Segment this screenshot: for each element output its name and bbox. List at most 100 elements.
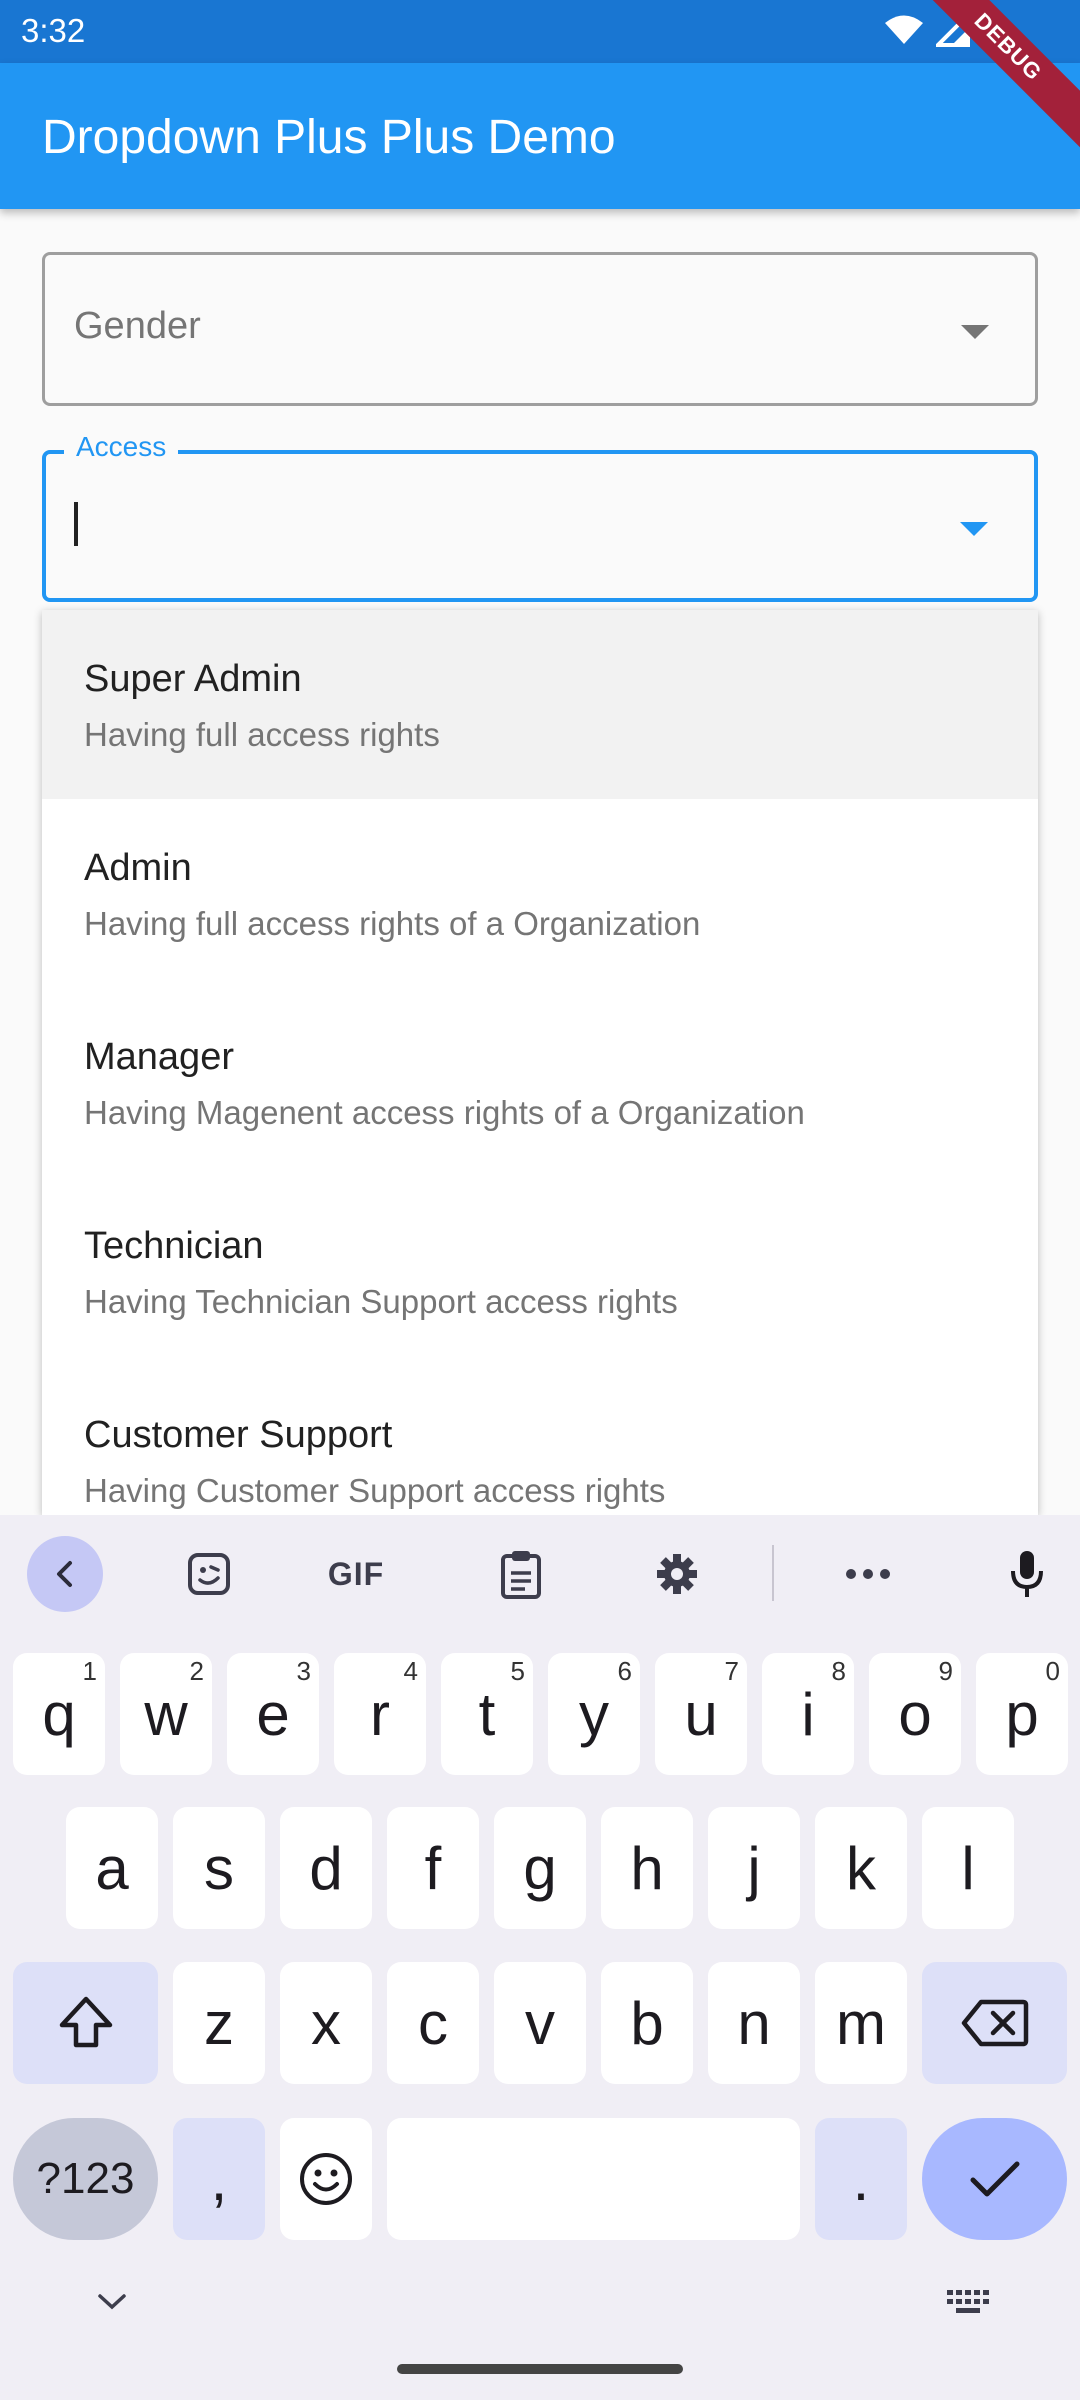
key-hint: 4 <box>403 1656 418 1686</box>
key-v[interactable]: v <box>494 1962 586 2084</box>
menu-item-title: Manager <box>84 1036 234 1078</box>
key-label: u <box>684 1680 718 1748</box>
key-d[interactable]: d <box>280 1807 372 1929</box>
keyboard-switch-button[interactable] <box>945 2288 991 2316</box>
gesture-nav-bar[interactable] <box>397 2364 683 2374</box>
emoji-key[interactable] <box>280 2118 372 2240</box>
keyboard-icon <box>947 2290 989 2313</box>
settings-button[interactable] <box>639 1536 715 1612</box>
key-label: m <box>836 1989 886 2057</box>
menu-item-manager[interactable]: Manager Having Magenent access rights of… <box>42 988 1038 1177</box>
status-bar: 3:32 <box>0 0 1080 63</box>
hide-keyboard-button[interactable] <box>94 2290 130 2314</box>
key-c[interactable]: c <box>387 1962 479 2084</box>
menu-item-super-admin[interactable]: Super Admin Having full access rights <box>42 610 1038 799</box>
space-key[interactable] <box>387 2118 800 2240</box>
key-m[interactable]: m <box>815 1962 907 2084</box>
key-o[interactable]: o9 <box>869 1653 961 1775</box>
collapse-toolbar-button[interactable] <box>27 1536 103 1612</box>
key-label: ?123 <box>36 2154 135 2203</box>
clipboard-icon <box>501 1551 541 1599</box>
key-u[interactable]: u7 <box>655 1653 747 1775</box>
key-y[interactable]: y6 <box>548 1653 640 1775</box>
key-i[interactable]: i8 <box>762 1653 854 1775</box>
key-hint: 6 <box>617 1656 632 1686</box>
menu-item-technician[interactable]: Technician Having Technician Support acc… <box>42 1177 1038 1366</box>
key-r[interactable]: r4 <box>334 1653 426 1775</box>
menu-item-subtitle: Having Magenent access rights of a Organ… <box>84 1094 805 1131</box>
key-hint: 3 <box>296 1656 311 1686</box>
key-label: w <box>144 1680 188 1748</box>
key-t[interactable]: t5 <box>441 1653 533 1775</box>
key-p[interactable]: p0 <box>976 1653 1068 1775</box>
key-label: e <box>256 1680 290 1748</box>
key-s[interactable]: s <box>173 1807 265 1929</box>
key-w[interactable]: w2 <box>120 1653 212 1775</box>
key-z[interactable]: z <box>173 1962 265 2084</box>
key-hint: 1 <box>82 1656 97 1686</box>
sticker-icon <box>188 1553 230 1595</box>
clipboard-button[interactable] <box>483 1536 559 1612</box>
key-label: t <box>478 1680 496 1748</box>
checkmark-icon <box>970 2161 1019 2197</box>
smiley-icon <box>300 2153 352 2205</box>
key-hint: 2 <box>189 1656 204 1686</box>
menu-item-subtitle: Having Customer Support access rights <box>84 1472 666 1509</box>
key-label: b <box>630 1989 664 2057</box>
menu-item-customer-support[interactable]: Customer Support Having Customer Support… <box>42 1366 1038 1515</box>
key-label: n <box>737 1989 771 2057</box>
key-j[interactable]: j <box>708 1807 800 1929</box>
period-key[interactable]: . <box>815 2118 907 2240</box>
key-a[interactable]: a <box>66 1807 158 1929</box>
key-label: l <box>961 1834 975 1902</box>
key-label: y <box>579 1680 609 1748</box>
keyboard-toolbar: GIF <box>0 1515 1080 1633</box>
key-label: j <box>747 1834 761 1902</box>
dropdown-arrow-icon <box>960 522 988 536</box>
menu-item-admin[interactable]: Admin Having full access rights of a Org… <box>42 799 1038 988</box>
key-b[interactable]: b <box>601 1962 693 2084</box>
app-bar: Dropdown Plus Plus Demo <box>0 63 1080 209</box>
soft-keyboard: GIF q1 w2 e3 r4 t5 y6 u7 i8 o9 p0 a s d … <box>0 1515 1080 2400</box>
menu-item-title: Technician <box>84 1225 264 1267</box>
shift-icon <box>59 1996 112 2048</box>
key-x[interactable]: x <box>280 1962 372 2084</box>
key-q[interactable]: q1 <box>13 1653 105 1775</box>
microphone-icon <box>1011 1551 1043 1597</box>
menu-item-subtitle: Having Technician Support access rights <box>84 1283 678 1320</box>
backspace-key[interactable] <box>922 1962 1067 2084</box>
menu-item-subtitle: Having full access rights of a Organizat… <box>84 905 701 942</box>
key-l[interactable]: l <box>922 1807 1014 1929</box>
key-hint: 9 <box>938 1656 953 1686</box>
key-k[interactable]: k <box>815 1807 907 1929</box>
key-hint: 5 <box>510 1656 525 1686</box>
key-label: g <box>523 1834 557 1902</box>
backspace-icon <box>961 1999 1028 2047</box>
access-dropdown[interactable]: Access <box>42 431 1038 602</box>
access-options-menu: Super Admin Having full access rights Ad… <box>42 610 1038 1515</box>
key-hint: 7 <box>724 1656 739 1686</box>
gender-dropdown[interactable]: Gender <box>42 252 1038 406</box>
key-label: o <box>898 1680 932 1748</box>
gif-button[interactable]: GIF <box>318 1536 394 1612</box>
shift-key[interactable] <box>13 1962 158 2084</box>
key-e[interactable]: e3 <box>227 1653 319 1775</box>
voice-input-button[interactable] <box>989 1536 1065 1612</box>
key-label: d <box>309 1834 343 1902</box>
gear-icon <box>657 1554 697 1594</box>
key-label: z <box>204 1989 234 2057</box>
key-n[interactable]: n <box>708 1962 800 2084</box>
enter-key[interactable] <box>922 2118 1067 2240</box>
key-label: c <box>418 1989 448 2057</box>
key-label: v <box>525 1989 555 2057</box>
more-button[interactable] <box>830 1536 906 1612</box>
symbols-key[interactable]: ?123 <box>13 2118 158 2240</box>
menu-item-title: Admin <box>84 847 192 889</box>
key-h[interactable]: h <box>601 1807 693 1929</box>
key-label: h <box>630 1834 664 1902</box>
key-g[interactable]: g <box>494 1807 586 1929</box>
comma-key[interactable]: , <box>173 2118 265 2240</box>
sticker-button[interactable] <box>171 1536 247 1612</box>
key-f[interactable]: f <box>387 1807 479 1929</box>
key-label: a <box>95 1834 129 1902</box>
